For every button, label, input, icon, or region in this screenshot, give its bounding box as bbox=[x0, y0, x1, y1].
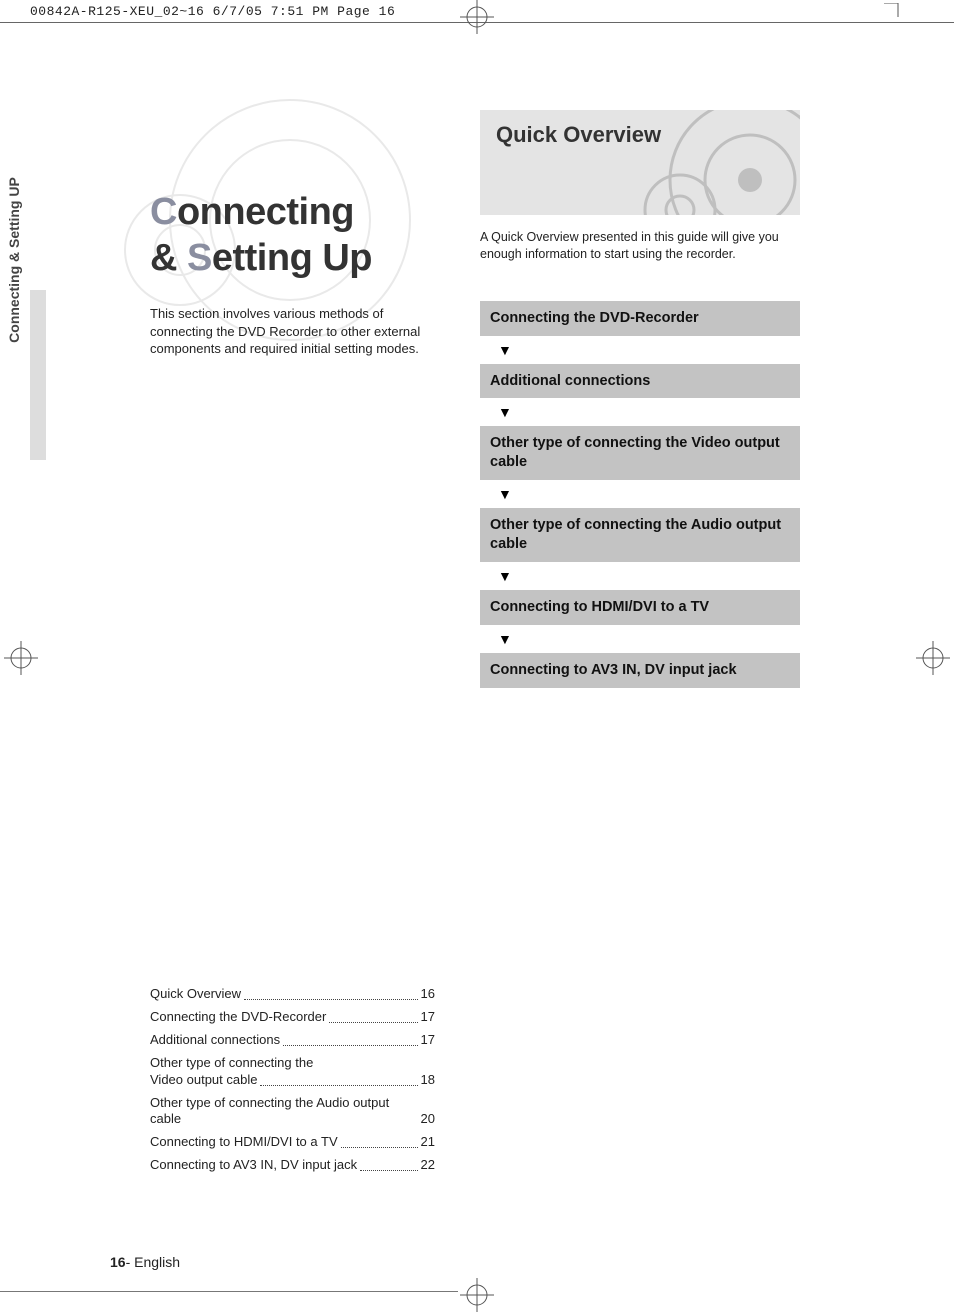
down-arrow-icon: ▼ bbox=[480, 480, 800, 508]
title-cap-s: S bbox=[187, 237, 212, 279]
title-word-1: onnecting bbox=[177, 191, 354, 233]
toc-page: 17 bbox=[421, 1032, 435, 1049]
registration-mark-top-icon bbox=[460, 0, 494, 34]
chapter-intro: This section involves various methods of… bbox=[150, 305, 440, 358]
left-column: Connecting & Setting Up This section inv… bbox=[150, 110, 440, 358]
quick-overview-title: Quick Overview bbox=[496, 122, 661, 148]
corner-mark-icon bbox=[884, 3, 902, 21]
step-item: Connecting the DVD-Recorder bbox=[480, 301, 800, 336]
step-item: Other type of connecting the Audio outpu… bbox=[480, 508, 800, 562]
down-arrow-icon: ▼ bbox=[480, 625, 800, 653]
toc-page: 20 bbox=[421, 1111, 435, 1128]
down-arrow-icon: ▼ bbox=[480, 398, 800, 426]
toc-page: 21 bbox=[421, 1134, 435, 1151]
step-item: Connecting to HDMI/DVI to a TV bbox=[480, 590, 800, 625]
step-item: Additional connections bbox=[480, 364, 800, 399]
toc-leader-dots bbox=[244, 999, 418, 1000]
toc-label: Other type of connecting the bbox=[150, 1055, 435, 1070]
footer-language: English bbox=[134, 1254, 180, 1270]
toc-row: Other type of connecting the Audio outpu… bbox=[150, 1095, 435, 1129]
registration-mark-right-icon bbox=[916, 641, 950, 675]
mini-toc: Quick Overview 16 Connecting the DVD-Rec… bbox=[150, 980, 435, 1180]
page-number: 16 bbox=[110, 1254, 126, 1270]
step-item: Connecting to AV3 IN, DV input jack bbox=[480, 653, 800, 688]
disc-arcs-small-icon bbox=[640, 110, 800, 215]
toc-page: 16 bbox=[421, 986, 435, 1003]
toc-label: Connecting to HDMI/DVI to a TV bbox=[150, 1134, 338, 1151]
title-cap-c: C bbox=[150, 191, 177, 233]
toc-row: Other type of connecting the Video outpu… bbox=[150, 1055, 435, 1089]
footer-sep: - bbox=[126, 1254, 135, 1270]
title-amp: & bbox=[150, 237, 187, 279]
quick-overview-desc: A Quick Overview presented in this guide… bbox=[480, 229, 790, 263]
toc-row: Connecting the DVD-Recorder 17 bbox=[150, 1009, 435, 1026]
toc-row: Connecting to AV3 IN, DV input jack 22 bbox=[150, 1157, 435, 1174]
steps-flow: Connecting the DVD-Recorder ▼ Additional… bbox=[480, 301, 800, 688]
toc-label-cont: Video output cable bbox=[150, 1072, 257, 1089]
toc-label: Other type of connecting the Audio outpu… bbox=[150, 1095, 415, 1129]
toc-label: Connecting the DVD-Recorder bbox=[150, 1009, 326, 1026]
bottom-crop-line bbox=[0, 1291, 458, 1292]
toc-leader-dots bbox=[341, 1147, 418, 1148]
toc-row: Connecting to HDMI/DVI to a TV 21 bbox=[150, 1134, 435, 1151]
toc-page: 18 bbox=[421, 1072, 435, 1089]
right-column: Quick Overview A Quick Overview presente… bbox=[480, 110, 800, 688]
toc-leader-dots bbox=[260, 1085, 417, 1086]
down-arrow-icon: ▼ bbox=[480, 336, 800, 364]
toc-label: Quick Overview bbox=[150, 986, 241, 1003]
toc-label: Connecting to AV3 IN, DV input jack bbox=[150, 1157, 357, 1174]
registration-mark-bottom-icon bbox=[460, 1278, 494, 1312]
section-tab: Connecting & Setting UP bbox=[20, 290, 46, 460]
toc-leader-dots bbox=[360, 1170, 417, 1171]
down-arrow-icon: ▼ bbox=[480, 562, 800, 590]
section-tab-fill bbox=[30, 290, 46, 460]
toc-leader-dots bbox=[329, 1022, 417, 1023]
title-word-2: etting Up bbox=[212, 237, 372, 279]
registration-mark-left-icon bbox=[4, 641, 38, 675]
chapter-title: Connecting & Setting Up bbox=[150, 190, 440, 281]
page-body: Connecting & Setting UP Connecting & Set… bbox=[90, 60, 870, 1260]
toc-page: 17 bbox=[421, 1009, 435, 1026]
section-tab-label: Connecting & Setting UP bbox=[6, 170, 22, 350]
toc-row: Quick Overview 16 bbox=[150, 986, 435, 1003]
toc-row: Additional connections 17 bbox=[150, 1032, 435, 1049]
page-footer: 16- English bbox=[110, 1254, 180, 1270]
step-item: Other type of connecting the Video outpu… bbox=[480, 426, 800, 480]
toc-page: 22 bbox=[421, 1157, 435, 1174]
toc-label: Additional connections bbox=[150, 1032, 280, 1049]
quick-overview-banner: Quick Overview bbox=[480, 110, 800, 215]
toc-leader-dots bbox=[283, 1045, 417, 1046]
